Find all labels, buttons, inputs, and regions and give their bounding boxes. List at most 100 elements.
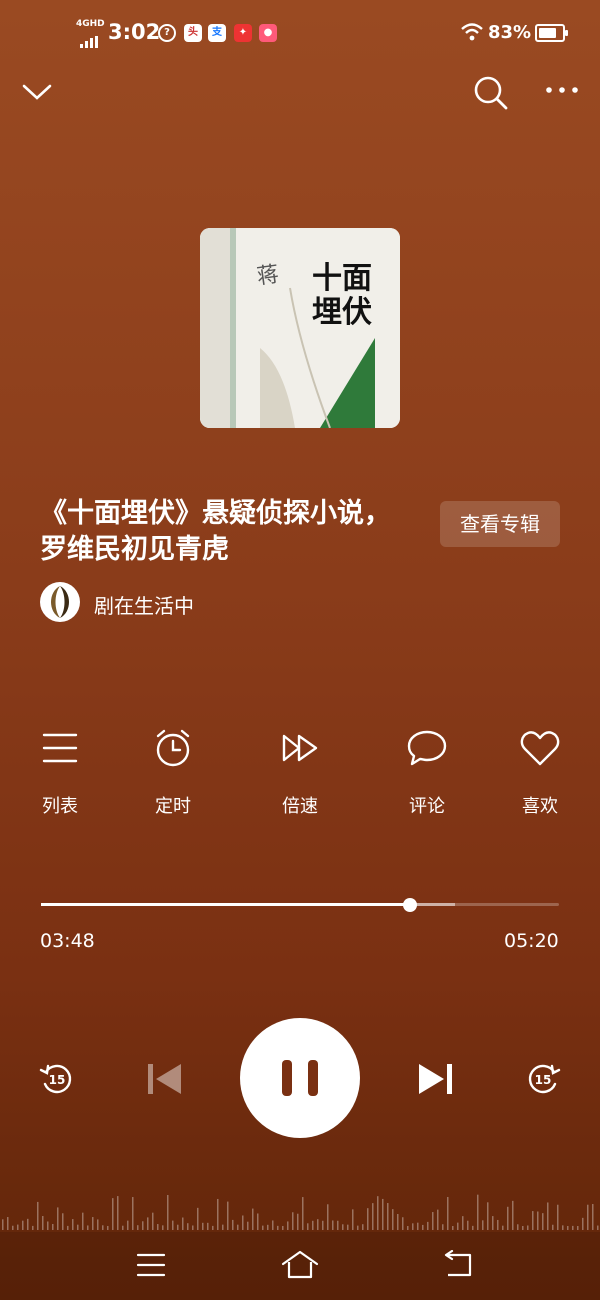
waveform-bar xyxy=(507,1206,509,1230)
waveform-bar xyxy=(372,1203,374,1230)
waveform-bar xyxy=(157,1224,159,1230)
cover-title: 十面 埋伏 xyxy=(312,262,372,330)
waveform-bar xyxy=(137,1225,139,1230)
skip-next-icon xyxy=(419,1064,452,1094)
waveform-bar xyxy=(497,1219,499,1230)
waveform-bar xyxy=(517,1224,519,1230)
progress-played xyxy=(41,903,411,906)
waveform-bar xyxy=(422,1224,424,1230)
waveform-bar xyxy=(437,1209,439,1230)
cover-title-line-2: 埋伏 xyxy=(312,295,372,330)
action-label-comment: 评论 xyxy=(409,796,445,817)
search-icon xyxy=(474,76,508,110)
svg-text:蒋: 蒋 xyxy=(255,262,280,290)
progress-thumb[interactable] xyxy=(403,898,418,912)
nav-back-button[interactable] xyxy=(442,1249,474,1282)
waveform-bar xyxy=(162,1225,164,1230)
waveform-bar xyxy=(432,1212,434,1230)
waveform-bar xyxy=(482,1220,484,1230)
like-button[interactable]: 喜欢 xyxy=(490,728,590,818)
waveform-bar xyxy=(277,1225,279,1230)
waveform-bar xyxy=(172,1220,174,1230)
waveform-bar xyxy=(292,1212,294,1230)
waveform-bar xyxy=(47,1221,49,1230)
waveform-bar xyxy=(427,1221,429,1230)
search-button[interactable] xyxy=(472,74,510,116)
waveform-bar xyxy=(297,1213,299,1230)
rewind-seconds-label: 15 xyxy=(49,1073,66,1087)
waveform-bar xyxy=(282,1225,284,1230)
waveform-bar xyxy=(477,1194,479,1230)
waveform-bar xyxy=(377,1196,379,1230)
rewind-button[interactable]: 15 xyxy=(38,1060,76,1102)
author-logo-icon xyxy=(41,583,79,621)
waveform-bar xyxy=(467,1220,469,1230)
waveform-bar xyxy=(197,1207,199,1230)
rewind-15-icon: 15 xyxy=(39,1064,72,1094)
skip-previous-icon xyxy=(148,1064,181,1094)
waveform-bar xyxy=(572,1225,574,1230)
comment-icon xyxy=(407,730,447,766)
previous-button[interactable] xyxy=(146,1062,184,1100)
comment-button[interactable]: 评论 xyxy=(377,728,477,818)
waveform-bar xyxy=(57,1207,59,1230)
heart-icon xyxy=(520,731,560,766)
speed-button[interactable]: 倍速 xyxy=(250,728,350,818)
waveform-bar xyxy=(367,1208,369,1230)
waveform-bar xyxy=(97,1219,99,1230)
waveform-bar xyxy=(42,1215,44,1230)
author-name[interactable]: 剧在生活中 xyxy=(94,590,194,619)
nav-menu-button[interactable] xyxy=(136,1252,166,1282)
waveform-bar xyxy=(577,1225,579,1230)
author-avatar[interactable] xyxy=(40,582,80,622)
album-cover[interactable]: 蒋 十面 埋伏 xyxy=(200,228,400,428)
view-album-button[interactable]: 查看专辑 xyxy=(440,501,560,547)
waveform-bar xyxy=(552,1224,554,1230)
waveform-bar xyxy=(12,1225,14,1230)
waveform-bar xyxy=(252,1208,254,1230)
waveform-bar xyxy=(217,1198,219,1230)
waveform-bar xyxy=(62,1213,64,1230)
more-button[interactable] xyxy=(544,82,580,102)
waveform-bar xyxy=(402,1217,404,1230)
waveform-bar xyxy=(417,1222,419,1230)
app-icon-red: ✦ xyxy=(234,24,252,42)
waveform-bar xyxy=(487,1202,489,1230)
forward-15-icon: 15 xyxy=(528,1064,561,1094)
alarm-clock-icon xyxy=(156,729,190,767)
pause-button[interactable] xyxy=(240,1018,360,1138)
waveform-bar xyxy=(247,1221,249,1230)
current-time: 03:48 xyxy=(40,930,95,952)
waveform-bar xyxy=(307,1223,309,1230)
timer-button[interactable]: 定时 xyxy=(123,728,223,818)
waveform-bar xyxy=(77,1224,79,1230)
home-icon xyxy=(281,1250,319,1279)
waveform-decoration xyxy=(2,1194,599,1230)
waveform-bar xyxy=(582,1217,584,1230)
waveform-bar xyxy=(102,1225,104,1230)
waveform-bar xyxy=(112,1198,114,1230)
waveform-bar xyxy=(192,1225,194,1230)
playlist-button[interactable]: 列表 xyxy=(10,728,110,818)
waveform-bar xyxy=(412,1223,414,1230)
waveform-bar xyxy=(152,1212,154,1230)
waveform-bar xyxy=(317,1219,319,1230)
waveform-bar xyxy=(27,1218,29,1230)
waveform-bar xyxy=(312,1220,314,1230)
forward-button[interactable]: 15 xyxy=(524,1060,562,1102)
collapse-button[interactable] xyxy=(22,80,52,108)
waveform-bar xyxy=(207,1222,209,1230)
waveform-bar xyxy=(592,1204,594,1230)
waveform-bar xyxy=(257,1213,259,1230)
waveform-bar xyxy=(532,1211,534,1230)
nav-home-button[interactable] xyxy=(280,1248,320,1284)
waveform-bar xyxy=(67,1225,69,1230)
next-button[interactable] xyxy=(416,1062,454,1100)
news-icon: 头 xyxy=(184,24,202,42)
waveform-bar xyxy=(187,1223,189,1230)
waveform-bar xyxy=(167,1195,169,1230)
waveform-bar xyxy=(322,1220,324,1230)
waveform-bar xyxy=(142,1221,144,1230)
waveform-bar xyxy=(547,1202,549,1230)
waveform-bar xyxy=(237,1224,239,1230)
